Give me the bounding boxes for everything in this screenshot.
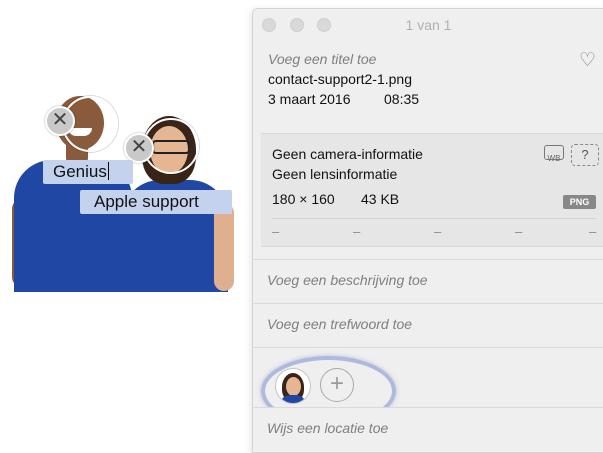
exif-value: – <box>353 224 361 239</box>
keyword-field[interactable]: Voeg een trefwoord toe <box>253 303 603 350</box>
text-cursor <box>107 162 109 180</box>
remove-face-button[interactable]: ✕ <box>124 133 154 163</box>
exif-value: – <box>434 224 442 239</box>
avatar[interactable] <box>275 368 311 404</box>
filename: contact-support2-1.png <box>268 71 412 87</box>
description-placeholder: Voeg een beschrijving toe <box>267 272 428 288</box>
keyword-placeholder: Voeg een trefwoord toe <box>267 316 413 332</box>
location-placeholder: Wijs een locatie toe <box>267 420 389 436</box>
file-size: 43 KB <box>361 191 400 207</box>
add-person-button[interactable]: + <box>320 368 354 402</box>
metadata-section: Geen camera-informatie Geen lensinformat… <box>261 133 603 247</box>
exif-value: – <box>589 224 597 239</box>
help-icon: ? <box>571 144 599 166</box>
date-value: 3 maart 2016 <box>268 91 351 107</box>
title-bar: 1 van 1 <box>253 9 603 39</box>
close-icon: ✕ <box>51 109 69 131</box>
white-balance-icon: WB <box>541 144 567 166</box>
face-name-value: Genius <box>53 162 107 181</box>
window-title: 1 van 1 <box>405 17 452 33</box>
avatar-shirt <box>280 395 306 403</box>
avatar-face <box>286 377 301 396</box>
title-field[interactable]: Voeg een titel toe <box>268 51 376 67</box>
people-section: + <box>253 347 603 426</box>
description-field[interactable]: Voeg een beschrijving toe <box>253 259 603 306</box>
person-arm <box>214 203 234 291</box>
lens-info: Geen lensinformatie <box>272 166 398 182</box>
face-name-input[interactable]: Genius <box>43 160 133 184</box>
location-field[interactable]: Wijs een locatie toe <box>253 407 603 452</box>
favorite-button[interactable]: ♡ <box>579 49 596 72</box>
photo-preview: ✕ ✕ Genius Apple support <box>0 88 240 292</box>
info-panel: 1 van 1 ♡ Voeg een titel toe contact-sup… <box>252 8 603 453</box>
format-badge: PNG <box>563 195 596 209</box>
remove-face-button[interactable]: ✕ <box>45 106 75 136</box>
heart-icon: ♡ <box>578 50 596 71</box>
plus-icon: + <box>329 370 344 397</box>
camera-info: Geen camera-informatie <box>272 146 423 162</box>
image-dimensions: 180 × 160 <box>272 191 335 207</box>
close-icon: ✕ <box>130 136 148 158</box>
exif-value: – <box>272 224 280 239</box>
camera-outline <box>544 145 564 160</box>
face-name-label[interactable]: Apple support <box>80 190 232 214</box>
exif-value: – <box>515 224 523 239</box>
time-value: 08:35 <box>384 91 420 107</box>
divider <box>272 218 596 219</box>
